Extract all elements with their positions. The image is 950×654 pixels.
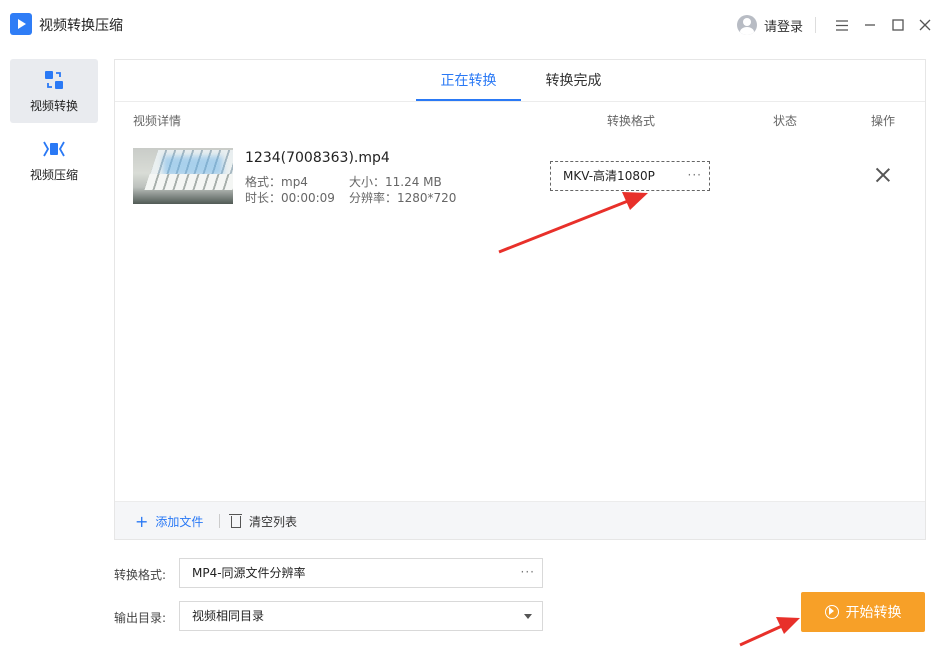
list-footer: + 添加文件 清空列表 bbox=[115, 501, 925, 539]
column-header-format: 转换格式 bbox=[607, 114, 656, 128]
output-dir-label: 输出目录: bbox=[114, 611, 167, 625]
output-format-value: MP4-同源文件分辨率 bbox=[192, 566, 306, 580]
column-header-details: 视频详情 bbox=[133, 114, 182, 128]
app-title: 视频转换压缩 bbox=[39, 18, 123, 34]
file-resolution: 分辨率：1280*720 bbox=[349, 191, 457, 205]
tab-converting[interactable]: 正在转换 bbox=[416, 60, 521, 101]
annotation-arrow-start bbox=[739, 617, 800, 647]
menu-icon[interactable] bbox=[830, 13, 854, 37]
target-format-select[interactable]: MKV-高清1080P ··· bbox=[550, 161, 710, 191]
avatar-icon bbox=[737, 15, 757, 35]
file-duration: 时长：00:00:09 bbox=[245, 191, 335, 205]
target-format-value: MKV-高清1080P bbox=[563, 169, 655, 183]
clear-list-label: 清空列表 bbox=[249, 515, 298, 529]
more-icon: ··· bbox=[520, 565, 535, 579]
sidebar-item-video-convert[interactable]: 视频转换 bbox=[10, 59, 98, 123]
clear-list-button[interactable]: 清空列表 bbox=[229, 513, 298, 530]
titlebar-divider bbox=[815, 17, 816, 33]
plus-icon: + bbox=[135, 511, 149, 531]
format-label: 转换格式: bbox=[114, 568, 167, 582]
add-file-button[interactable]: + 添加文件 bbox=[135, 513, 203, 530]
file-list-panel: 正在转换 转换完成 视频详情 转换格式 状态 操作 1234(7008363).… bbox=[114, 59, 926, 540]
chevron-down-icon bbox=[524, 614, 532, 619]
remove-file-icon[interactable] bbox=[874, 166, 892, 184]
video-thumbnail bbox=[133, 148, 233, 204]
footer-divider bbox=[219, 514, 220, 528]
trash-icon bbox=[229, 513, 242, 528]
column-header-actions: 操作 bbox=[871, 114, 896, 128]
convert-icon bbox=[43, 69, 65, 91]
tab-completed[interactable]: 转换完成 bbox=[521, 60, 626, 101]
output-dir-select[interactable]: 视频相同目录 bbox=[179, 601, 543, 631]
sidebar-item-label: 视频压缩 bbox=[29, 167, 78, 182]
file-name: 1234(7008363).mp4 bbox=[245, 150, 390, 166]
sidebar-item-label: 视频转换 bbox=[29, 98, 78, 113]
tabs-divider bbox=[115, 101, 925, 102]
add-file-label: 添加文件 bbox=[155, 515, 204, 529]
file-format: 格式：mp4 bbox=[245, 175, 308, 189]
app-logo-icon bbox=[10, 13, 32, 35]
more-icon: ··· bbox=[687, 168, 702, 182]
title-bar: 视频转换压缩 请登录 bbox=[0, 0, 950, 50]
close-icon[interactable] bbox=[913, 13, 937, 37]
start-convert-button[interactable]: 开始转换 bbox=[801, 592, 925, 632]
minimize-icon[interactable] bbox=[858, 13, 882, 37]
login-label: 请登录 bbox=[764, 19, 804, 35]
maximize-icon[interactable] bbox=[886, 13, 910, 37]
compress-icon bbox=[43, 138, 65, 160]
column-header-status: 状态 bbox=[773, 114, 798, 128]
sidebar-item-video-compress[interactable]: 视频压缩 bbox=[10, 128, 98, 192]
login-button[interactable]: 请登录 bbox=[737, 15, 803, 35]
file-size: 大小：11.24 MB bbox=[349, 175, 442, 189]
output-format-select[interactable]: MP4-同源文件分辨率 ··· bbox=[179, 558, 543, 588]
start-convert-label: 开始转换 bbox=[845, 605, 902, 621]
output-dir-value: 视频相同目录 bbox=[192, 609, 265, 623]
start-icon bbox=[824, 605, 839, 619]
